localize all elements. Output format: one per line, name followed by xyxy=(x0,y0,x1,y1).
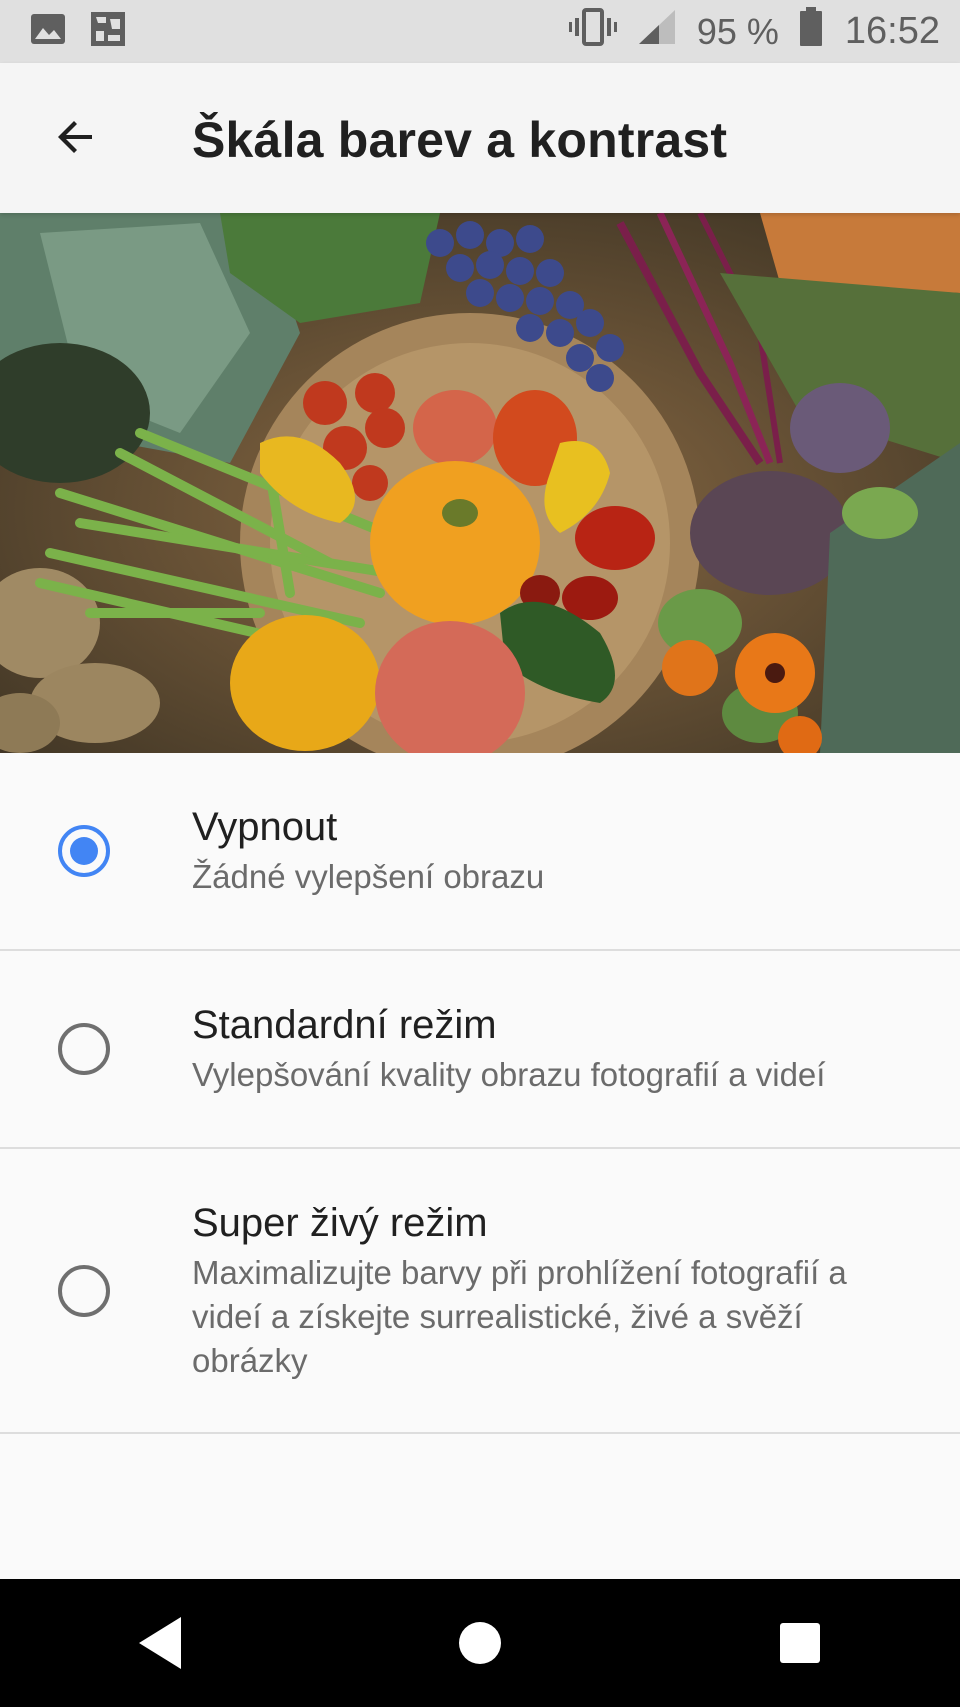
arrow-back-icon xyxy=(58,121,92,153)
option-off[interactable]: Vypnout Žádné vylepšení obrazu xyxy=(0,753,960,951)
mode-options-list: Vypnout Žádné vylepšení obrazu Standardn… xyxy=(0,753,960,1434)
battery-percent: 95 % xyxy=(696,10,779,52)
app-bar: Škála barev a kontrast xyxy=(0,63,960,213)
nav-back-icon xyxy=(139,1617,181,1669)
back-button[interactable] xyxy=(44,105,108,169)
navigation-bar xyxy=(0,1579,960,1707)
option-description: Vylepšování kvality obrazu fotografií a … xyxy=(192,1056,826,1093)
image-notification-icon xyxy=(30,13,66,50)
radio-button[interactable] xyxy=(58,1023,110,1075)
option-title: Vypnout xyxy=(192,805,338,849)
status-time: 16:52 xyxy=(844,10,940,52)
radio-button[interactable] xyxy=(58,1265,110,1317)
vibrate-icon xyxy=(568,8,617,55)
nav-back-button[interactable] xyxy=(100,1593,220,1693)
status-bar: 95 % 16:52 xyxy=(0,0,960,63)
nav-recents-icon xyxy=(780,1623,820,1663)
option-standard[interactable]: Standardní režim Vylepšování kvality obr… xyxy=(0,951,960,1149)
option-super-vivid[interactable]: Super živý režim Maximalizujte barvy při… xyxy=(0,1149,960,1434)
nav-home-button[interactable] xyxy=(420,1593,540,1693)
preview-image xyxy=(0,213,960,753)
battery-icon xyxy=(799,7,823,56)
option-description: Maximalizujte barvy při prohlížení fotog… xyxy=(192,1254,847,1379)
app-notification-icon xyxy=(88,9,128,54)
signal-icon xyxy=(637,8,677,55)
page-title: Škála barev a kontrast xyxy=(192,112,728,168)
vegetables-photo xyxy=(0,213,960,753)
radio-button-selected[interactable] xyxy=(58,825,110,877)
nav-home-icon xyxy=(459,1622,501,1664)
option-title: Super živý režim xyxy=(192,1201,488,1245)
nav-recents-button[interactable] xyxy=(740,1593,860,1693)
option-title: Standardní režim xyxy=(192,1003,497,1047)
option-description: Žádné vylepšení obrazu xyxy=(192,858,545,895)
